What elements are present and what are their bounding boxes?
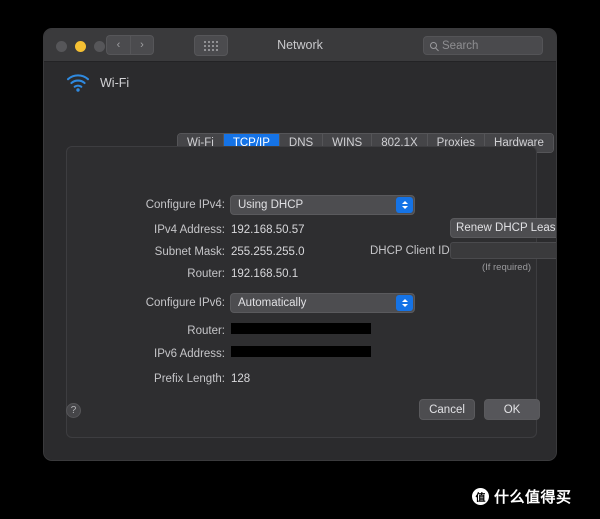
ipv4-address-value: 192.168.50.57 <box>231 224 305 236</box>
cancel-button[interactable]: Cancel <box>419 399 475 420</box>
window-content: Wi-Fi Wi-Fi TCP/IP DNS WINS 802.1X Proxi… <box>44 62 556 460</box>
configure-ipv4-label: Configure IPv4: <box>145 199 225 211</box>
ipv6-router-label: Router: <box>187 325 225 337</box>
dhcp-client-id-hint: (If required) <box>481 262 532 273</box>
subnet-mask-value: 255.255.255.0 <box>231 246 305 258</box>
chevron-updown-icon <box>396 197 413 213</box>
search-placeholder: Search <box>442 39 479 52</box>
configure-ipv4-value: Using DHCP <box>238 199 304 211</box>
ipv4-router-value: 192.168.50.1 <box>231 268 299 280</box>
subnet-mask-label: Subnet Mask: <box>154 246 225 258</box>
tcpip-settings-panel: Configure IPv4: Using DHCP IPv4 Address:… <box>66 146 556 438</box>
service-name-label: Wi-Fi <box>100 76 130 90</box>
watermark: 值 什么值得买 <box>472 486 572 507</box>
service-header: Wi-Fi <box>66 74 129 92</box>
ipv6-address-value-redacted <box>231 346 371 357</box>
chevron-updown-icon <box>396 295 413 311</box>
configure-ipv6-value: Automatically <box>238 297 307 309</box>
prefix-length-value: 128 <box>231 373 251 385</box>
configure-ipv6-label: Configure IPv6: <box>145 297 225 309</box>
ipv4-router-label: Router: <box>187 268 225 280</box>
search-field[interactable]: Search <box>423 36 543 55</box>
ipv4-address-label: IPv4 Address: <box>154 224 225 236</box>
wifi-icon <box>66 74 90 92</box>
ipv6-address-label: IPv6 Address: <box>154 348 225 360</box>
help-button[interactable]: ? <box>66 403 81 418</box>
dhcp-client-id-label: DHCP Client ID: <box>370 245 453 257</box>
ipv6-router-value-redacted <box>231 323 371 334</box>
renew-dhcp-lease-button[interactable]: Renew DHCP Lease <box>450 218 556 238</box>
watermark-logo-icon: 值 <box>472 488 489 505</box>
window-titlebar: ‹ › Network Search <box>44 29 556 62</box>
dhcp-client-id-input[interactable] <box>450 242 556 259</box>
network-preferences-window: ‹ › Network Search Wi-Fi Wi-Fi TCP/IP DN… <box>43 28 557 461</box>
search-icon <box>430 42 437 49</box>
watermark-text: 什么值得买 <box>494 488 572 506</box>
configure-ipv6-select[interactable]: Automatically <box>230 293 415 313</box>
desktop: ‹ › Network Search Wi-Fi Wi-Fi TCP/IP DN… <box>0 0 600 519</box>
ok-button[interactable]: OK <box>484 399 540 420</box>
configure-ipv4-select[interactable]: Using DHCP <box>230 195 415 215</box>
prefix-length-label: Prefix Length: <box>154 373 225 385</box>
